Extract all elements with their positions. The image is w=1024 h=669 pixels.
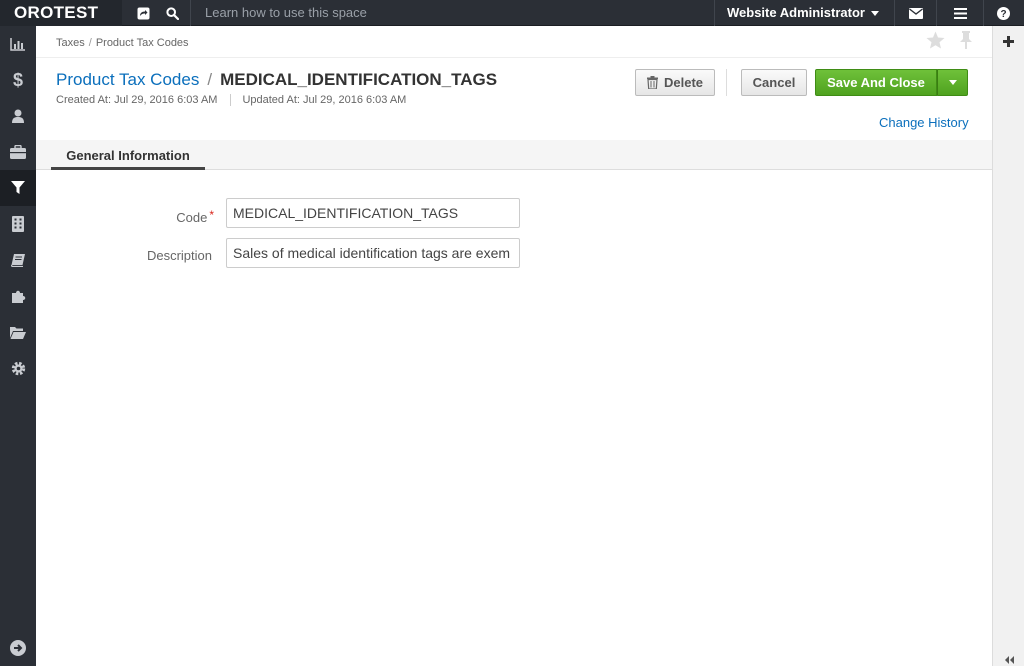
dashboard-chart-icon [10,38,25,51]
collapse-double-left-icon[interactable] [1004,651,1014,669]
trash-icon [646,76,658,89]
entity-type-link[interactable]: Product Tax Codes [56,70,199,89]
svg-text:$: $ [13,71,23,89]
delete-button-label: Delete [663,75,704,90]
delete-button[interactable]: Delete [635,69,715,96]
dollar-icon: $ [13,71,23,89]
help-icon[interactable]: ? [990,0,1016,26]
envelope-icon[interactable] [903,0,929,26]
menu-icon[interactable] [947,0,973,26]
user-name: Website Administrator [727,5,865,20]
sidebar-item-integrations[interactable] [0,278,36,314]
svg-text:?: ? [1000,9,1006,20]
required-marker: * [209,208,214,222]
code-input[interactable]: MEDICAL_IDENTIFICATION_TAGS [226,198,520,228]
puzzle-icon [11,290,25,303]
divider [726,69,727,96]
divider [894,0,895,26]
save-options-dropdown-button[interactable] [937,69,968,96]
sidebar-item-taxes[interactable] [0,170,36,206]
sidebar-item-catalog[interactable] [0,242,36,278]
user-menu-dropdown[interactable]: Website Administrator [714,0,894,26]
app-logo[interactable]: OROTEST [0,0,122,26]
tabs-bar: General Information [36,140,992,170]
updated-at: Updated At: Jul 29, 2016 6:03 AM [242,94,407,106]
sidebar-item-marketing[interactable] [0,134,36,170]
divider [936,0,937,26]
created-at: Created At: Jul 29, 2016 6:03 AM [56,94,218,106]
breadcrumb: Taxes / Product Tax Codes [56,37,189,49]
briefcase-icon [10,145,26,159]
search-icon[interactable] [159,0,185,26]
gear-icon [11,361,25,375]
breadcrumb-item-taxes: Taxes [56,37,85,49]
sidebar-item-sales[interactable]: $ [0,62,36,98]
top-navigation-bar: OROTEST Learn how to use this space Webs… [0,0,1024,26]
save-button-label: Save And Close [827,75,925,90]
star-icon[interactable] [926,31,945,54]
page-title: Product Tax Codes / MEDICAL_IDENTIFICATION… [56,70,497,90]
chevron-down-icon [948,80,957,85]
record-meta: Created At: Jul 29, 2016 6:03 AM Updated … [56,94,407,107]
right-panel-sidebar [992,26,1024,666]
folder-open-icon [10,326,26,339]
sidebar-expand-button[interactable] [0,630,36,666]
book-icon [10,254,25,267]
sidebar-item-files[interactable] [0,314,36,350]
breadcrumb-item-current: Product Tax Codes [95,37,189,49]
description-input[interactable]: Sales of medical identification tags are… [226,238,520,268]
entity-name: MEDICAL_IDENTIFICATION_TAGS [220,70,498,89]
main-content: Taxes / Product Tax Codes Product Tax Code… [36,26,992,666]
description-label: Description [146,248,212,263]
change-history-link[interactable]: Change History [879,115,969,130]
tab-general-information[interactable]: General Information [51,140,205,170]
search-hint-text[interactable]: Learn how to use this space [205,0,367,26]
divider [36,57,992,58]
user-icon [12,109,24,123]
sidebar-item-dashboard[interactable] [0,26,36,62]
save-and-close-button[interactable]: Save And Close [815,69,937,96]
divider [190,0,191,26]
divider [983,0,984,26]
logo-arrow-decoration [110,0,122,26]
sidebar-item-inventory[interactable] [0,206,36,242]
title-separator: / [207,70,213,89]
cancel-button-label: Cancel [752,75,796,90]
sidebar-item-settings[interactable] [0,350,36,386]
chevron-down-icon [870,11,879,17]
code-label: Code * [176,208,214,225]
filter-icon [11,181,25,194]
share-icon[interactable] [130,0,156,26]
cancel-button[interactable]: Cancel [741,69,807,96]
arrow-right-circle-icon [10,640,26,656]
sidebar-item-customers[interactable] [0,98,36,134]
plus-icon[interactable] [1003,34,1014,52]
pin-icon[interactable] [959,31,973,54]
building-icon [12,216,24,232]
main-menu-sidebar: $ [0,26,36,666]
